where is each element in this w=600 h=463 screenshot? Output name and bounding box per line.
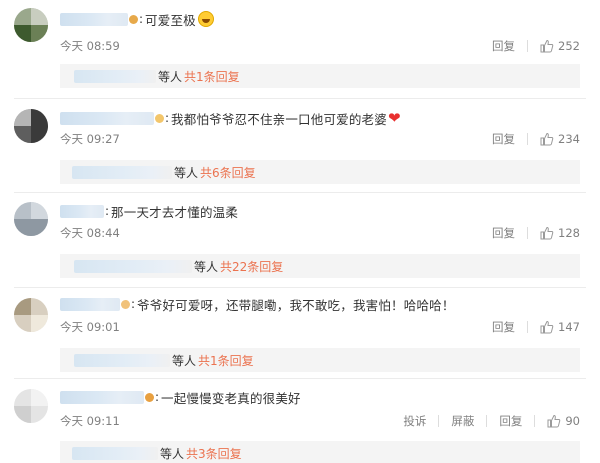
report-button[interactable]: 投诉 — [403, 413, 426, 429]
like-button[interactable]: 234 — [540, 132, 580, 146]
user-badge-icon — [121, 299, 130, 309]
colon: : — [105, 204, 110, 218]
like-count: 252 — [558, 39, 580, 53]
comment-time: 今天 09:01 — [60, 320, 120, 334]
user-badge-icon — [145, 392, 154, 402]
thread-suffix: 等人 — [158, 69, 183, 84]
avatar[interactable] — [14, 202, 48, 236]
thread-count-link[interactable]: 共1条回复 — [198, 352, 254, 369]
thread-suffix: 等人 — [172, 353, 197, 368]
like-count: 128 — [558, 226, 580, 240]
reply-username — [72, 446, 158, 460]
comment-text: 我都怕爷爷忍不住亲一口他可爱的老婆 — [171, 111, 387, 127]
thread-count-link[interactable]: 共6条回复 — [200, 164, 256, 181]
user-badge-icon — [155, 113, 164, 123]
laughing-emoji-icon — [197, 11, 214, 27]
thumbs-up-icon — [540, 226, 554, 240]
reply-thread[interactable]: 等人 共6条回复 — [60, 160, 580, 184]
reply-thread[interactable]: 等人 共3条回复 — [60, 441, 580, 463]
divider — [527, 133, 529, 145]
reply-username — [74, 259, 192, 273]
reply-button[interactable]: 回复 — [492, 225, 515, 241]
like-button[interactable]: 90 — [547, 414, 580, 428]
divider — [527, 321, 529, 333]
divider — [486, 415, 488, 427]
username[interactable] — [60, 390, 144, 404]
reply-username — [74, 69, 156, 83]
block-button[interactable]: 屏蔽 — [451, 413, 474, 429]
divider — [438, 415, 440, 427]
comment-text: 爷爷好可爱呀，还带腿嘞，我不敢吃，我害怕！哈哈哈！ — [137, 297, 455, 313]
username[interactable] — [60, 297, 120, 311]
reply-thread[interactable]: 等人 共1条回复 — [60, 348, 580, 372]
comment-time: 今天 08:59 — [60, 39, 120, 53]
divider — [14, 98, 586, 99]
comment-text: 那一天才去才懂的温柔 — [111, 204, 239, 220]
user-badge-icon — [129, 14, 138, 24]
comment-text: 一起慢慢变老真的很美好 — [161, 390, 301, 406]
divider — [14, 192, 586, 193]
like-count: 90 — [565, 414, 580, 428]
like-count: 234 — [558, 132, 580, 146]
reply-username — [72, 165, 172, 179]
reply-button[interactable]: 回复 — [492, 319, 515, 335]
colon: : — [131, 297, 136, 311]
divider — [14, 378, 586, 379]
thumbs-up-icon — [540, 39, 554, 53]
heart-icon: ❤ — [387, 109, 401, 127]
comment-time: 今天 09:11 — [60, 414, 120, 428]
thread-count-link[interactable]: 共3条回复 — [186, 445, 242, 462]
username[interactable] — [60, 12, 128, 26]
avatar[interactable] — [14, 8, 48, 42]
like-count: 147 — [558, 320, 580, 334]
like-button[interactable]: 147 — [540, 320, 580, 334]
divider — [527, 40, 529, 52]
username[interactable] — [60, 204, 104, 218]
thumbs-up-icon — [547, 414, 561, 428]
divider — [534, 415, 536, 427]
reply-username — [74, 353, 170, 367]
reply-button[interactable]: 回复 — [492, 38, 515, 54]
thread-suffix: 等人 — [194, 259, 219, 274]
colon: : — [139, 12, 144, 26]
thread-suffix: 等人 — [174, 165, 199, 180]
avatar[interactable] — [14, 298, 48, 332]
like-button[interactable]: 252 — [540, 39, 580, 53]
reply-button[interactable]: 回复 — [499, 413, 522, 429]
reply-thread[interactable]: 等人 共22条回复 — [60, 254, 580, 278]
divider — [527, 227, 529, 239]
thumbs-up-icon — [540, 132, 554, 146]
divider — [14, 287, 586, 288]
thread-count-link[interactable]: 共1条回复 — [184, 68, 240, 85]
thread-count-link[interactable]: 共22条回复 — [220, 258, 283, 275]
thumbs-up-icon — [540, 320, 554, 334]
username[interactable] — [60, 111, 154, 125]
comment-time: 今天 08:44 — [60, 226, 120, 240]
thread-suffix: 等人 — [160, 446, 185, 461]
comment-text: 可爱至极 — [145, 12, 196, 28]
reply-button[interactable]: 回复 — [492, 131, 515, 147]
avatar[interactable] — [14, 389, 48, 423]
colon: : — [165, 111, 170, 125]
reply-thread[interactable]: 等人 共1条回复 — [60, 64, 580, 88]
avatar[interactable] — [14, 109, 48, 143]
colon: : — [155, 390, 160, 404]
like-button[interactable]: 128 — [540, 226, 580, 240]
comment-time: 今天 09:27 — [60, 132, 120, 146]
